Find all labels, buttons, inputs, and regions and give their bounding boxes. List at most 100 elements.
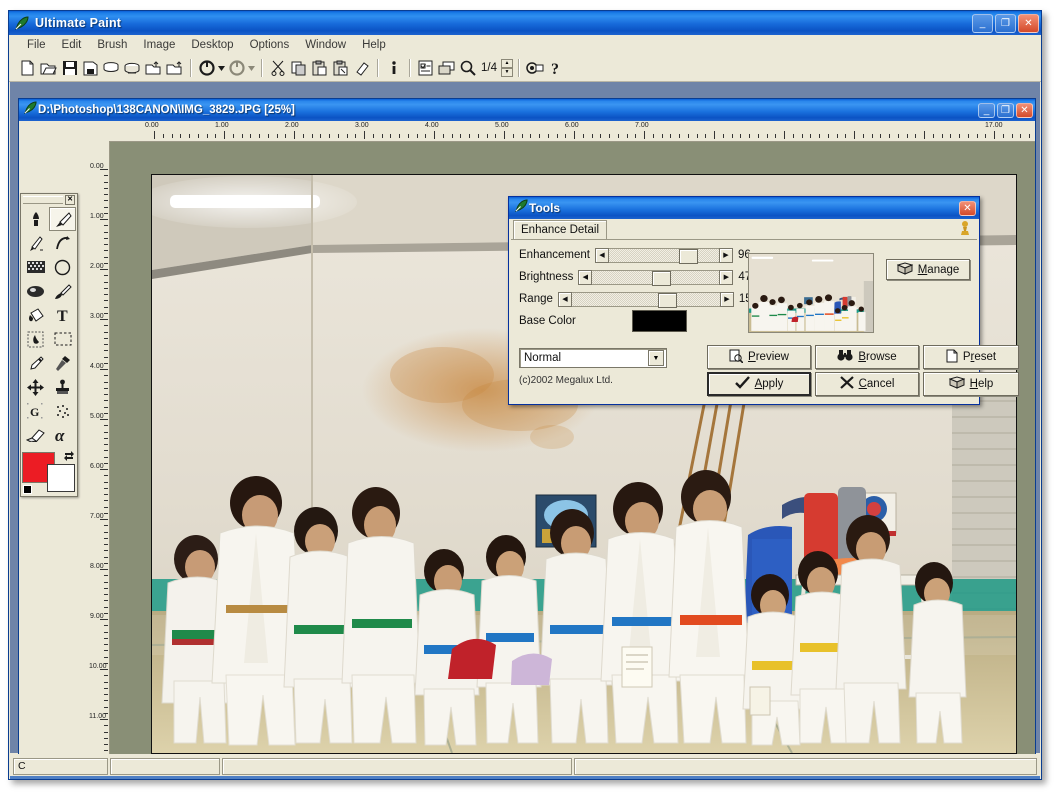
stamp-tool[interactable] <box>49 375 76 399</box>
brightness-slider-thumb[interactable] <box>652 270 672 286</box>
cancel-button[interactable]: Cancel <box>815 372 919 396</box>
undo-dropdown-icon[interactable] <box>217 58 226 79</box>
text-tool[interactable]: T <box>49 303 76 327</box>
tools-dialog-close-button[interactable]: ✕ <box>959 200 976 216</box>
zoom-stepper[interactable]: ▲ ▼ <box>501 59 513 77</box>
tab-enhance-detail[interactable]: Enhance Detail <box>513 220 607 239</box>
range-slider[interactable]: ◀ ▶ <box>557 291 734 308</box>
chevron-down-icon[interactable]: ▼ <box>648 350 664 366</box>
preview-button[interactable]: Preview <box>707 345 811 369</box>
zoom-level-value[interactable]: 1/4 <box>478 62 500 74</box>
document-close-button[interactable]: ✕ <box>1016 102 1033 118</box>
paintbrush-tool[interactable] <box>49 207 76 231</box>
apply-button[interactable]: Apply <box>707 372 811 396</box>
close-button[interactable]: ✕ <box>1018 13 1039 33</box>
move-tool[interactable] <box>22 375 49 399</box>
range-slider-thumb[interactable] <box>657 292 677 308</box>
swap-colors-icon[interactable] <box>63 450 75 464</box>
question-mark-icon[interactable]: ? <box>545 58 566 79</box>
print-icon[interactable] <box>122 58 143 79</box>
curve-tool[interactable] <box>49 231 76 255</box>
erase-icon[interactable] <box>351 58 372 79</box>
menu-item-brush[interactable]: Brush <box>89 38 135 52</box>
camera-icon[interactable] <box>524 58 545 79</box>
enhancement-slider-thumb[interactable] <box>678 248 698 264</box>
help-button[interactable]: Help <box>923 372 1019 396</box>
brightness-slider[interactable]: ◀ ▶ <box>578 269 734 286</box>
spray-dots-tool[interactable] <box>49 399 76 423</box>
range-slider-right-arrow[interactable]: ▶ <box>719 291 734 307</box>
enhancement-slider-right-arrow[interactable]: ▶ <box>718 247 733 263</box>
save-icon[interactable] <box>59 58 80 79</box>
tool-palette-grip[interactable]: ✕ <box>21 194 77 206</box>
redo-dropdown-icon[interactable] <box>247 58 256 79</box>
export-icon[interactable] <box>164 58 185 79</box>
vertical-ruler[interactable]: 0.00 1.00 2.00 3.00 4.00 5.00 6.00 7.00 … <box>89 141 110 767</box>
copy-icon[interactable] <box>288 58 309 79</box>
zoom-icon[interactable] <box>457 58 478 79</box>
blend-mode-select[interactable]: Normal ▼ <box>519 348 667 368</box>
enhancement-slider-left-arrow[interactable]: ◀ <box>594 247 609 263</box>
paste-icon[interactable] <box>309 58 330 79</box>
paint-bucket-tool[interactable] <box>22 303 49 327</box>
horizontal-ruler[interactable]: 0.00 1.00 2.00 3.00 4.00 5.00 6.00 7.00 … <box>109 121 1035 142</box>
filled-ellipse-tool[interactable] <box>22 279 49 303</box>
menu-item-desktop[interactable]: Desktop <box>183 38 241 52</box>
app-titlebar[interactable]: Ultimate Paint _ ❐ ✕ <box>9 11 1041 35</box>
manage-button[interactable]: Manage <box>886 259 970 280</box>
retouch-tool[interactable] <box>49 279 76 303</box>
tools-dialog-titlebar[interactable]: Tools ✕ <box>509 197 979 219</box>
gradient-g-tool[interactable]: G <box>22 399 49 423</box>
preset-button[interactable]: Preset <box>923 345 1019 369</box>
eraser-tool[interactable] <box>22 423 49 447</box>
new-file-icon[interactable] <box>17 58 38 79</box>
ellipse-tool[interactable] <box>49 255 76 279</box>
document-minimize-button[interactable]: _ <box>978 102 995 118</box>
minimize-button[interactable]: _ <box>972 13 993 33</box>
enhancement-slider[interactable]: ◀ ▶ <box>594 247 733 264</box>
alpha-tool[interactable]: α <box>49 423 76 447</box>
print-preview-icon[interactable] <box>101 58 122 79</box>
gold-pawn-icon[interactable] <box>959 221 971 240</box>
document-maximize-button[interactable]: ❐ <box>997 102 1014 118</box>
zoom-stepper-down[interactable]: ▼ <box>501 68 513 77</box>
menu-item-options[interactable]: Options <box>242 38 298 52</box>
range-slider-left-arrow[interactable]: ◀ <box>557 291 572 307</box>
info-icon[interactable] <box>383 58 404 79</box>
zoom-stepper-up[interactable]: ▲ <box>501 59 513 68</box>
menu-item-help[interactable]: Help <box>354 38 394 52</box>
hammer-tool[interactable] <box>49 351 76 375</box>
menu-item-file[interactable]: File <box>19 38 54 52</box>
browse-button[interactable]: Browse <box>815 345 919 369</box>
import-icon[interactable] <box>143 58 164 79</box>
open-file-icon[interactable] <box>38 58 59 79</box>
brightness-slider-track[interactable] <box>592 269 720 286</box>
checklist-icon[interactable] <box>415 58 436 79</box>
menu-item-window[interactable]: Window <box>297 38 354 52</box>
pen-tool[interactable] <box>22 231 49 255</box>
undo-icon[interactable] <box>196 58 217 79</box>
enhancement-slider-track[interactable] <box>608 247 719 264</box>
color-picker[interactable] <box>22 450 76 498</box>
save-as-icon[interactable] <box>80 58 101 79</box>
tool-palette-close-button[interactable]: ✕ <box>65 195 75 205</box>
rectangle-select-tool[interactable] <box>49 327 76 351</box>
document-titlebar[interactable]: D:\Photoshop\138CANON\IMG_3829.JPG [25%]… <box>19 99 1035 121</box>
default-colors-icon[interactable] <box>23 485 32 494</box>
base-color-swatch[interactable] <box>631 310 687 332</box>
menu-item-image[interactable]: Image <box>135 38 183 52</box>
preview-thumbnail[interactable] <box>748 253 874 333</box>
layers-icon[interactable] <box>436 58 457 79</box>
range-slider-track[interactable] <box>571 291 720 308</box>
brightness-slider-right-arrow[interactable]: ▶ <box>719 269 734 285</box>
redo-icon[interactable] <box>226 58 247 79</box>
magic-wand-tool[interactable] <box>22 327 49 351</box>
filled-rectangle-tool[interactable] <box>22 255 49 279</box>
maximize-button[interactable]: ❐ <box>995 13 1016 33</box>
eyedropper-tool[interactable] <box>22 351 49 375</box>
airbrush-tool[interactable] <box>22 207 49 231</box>
brightness-slider-left-arrow[interactable]: ◀ <box>578 269 593 285</box>
cut-icon[interactable] <box>267 58 288 79</box>
menu-item-edit[interactable]: Edit <box>54 38 90 52</box>
paste-special-icon[interactable] <box>330 58 351 79</box>
